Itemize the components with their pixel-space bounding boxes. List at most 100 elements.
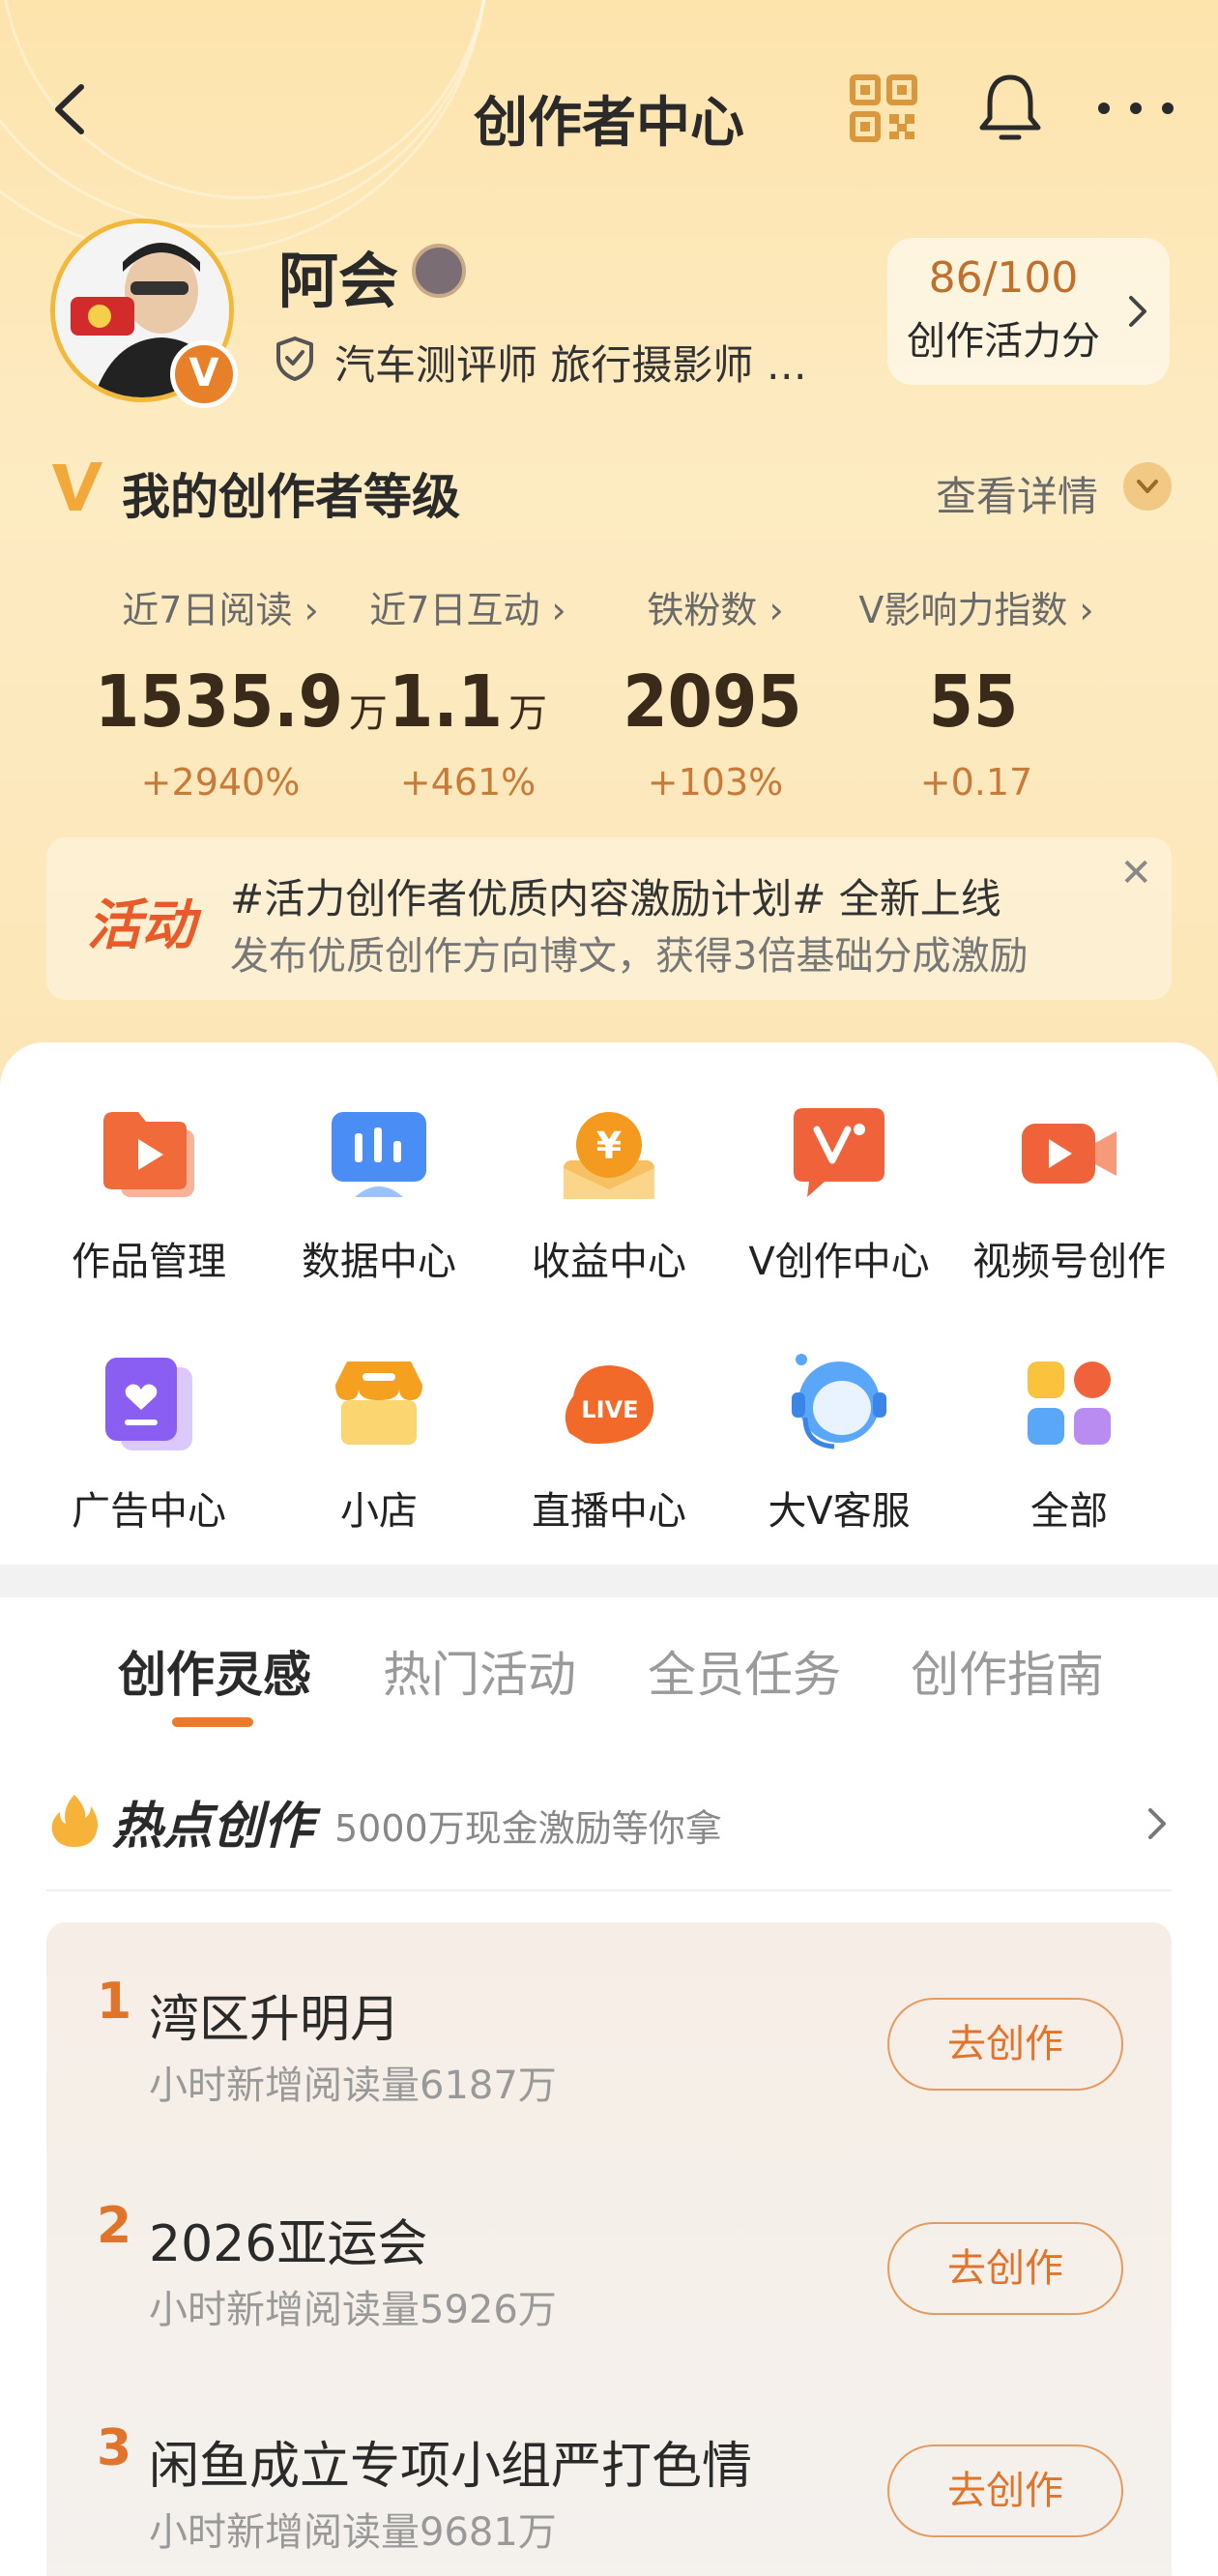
rank-number: 2 [97,2197,132,2255]
level-badge-icon[interactable] [412,244,466,298]
stat-iron-fans[interactable]: 铁粉数 › 2095 +103% [590,580,841,804]
tool-shop[interactable]: 小店 [263,1350,495,1536]
tab-hot-activities[interactable]: 热门活动 [383,1636,576,1706]
stat-number: 2095 [623,660,802,744]
stat-change: +2940% [140,761,301,804]
income-icon: ¥ [564,1112,654,1199]
more-icon[interactable] [1092,79,1179,137]
chevron-right-icon [1129,296,1146,327]
ad-icon [105,1358,192,1450]
list-item[interactable]: 3 闲鱼成立专项小组严打色情 小时新增阅读量9681万 去创作 [46,2406,1172,2576]
topic-name[interactable]: 湾区升明月 [149,1978,400,2051]
stat-change: +103% [647,761,784,804]
chevron-down-icon[interactable] [1123,462,1172,511]
hot-creation-title: 热点创作 [112,1798,314,1856]
topic-name[interactable]: 2026亚运会 [149,2203,427,2275]
topic-name[interactable]: 闲鱼成立专项小组严打色情 [149,2425,752,2498]
video-icon [1022,1124,1116,1184]
divider [46,1889,1172,1891]
tool-vip-service[interactable]: 大V客服 [723,1350,955,1536]
v-create-icon [794,1108,884,1197]
stat-label: 铁粉数 › [647,589,784,631]
stat-label: 近7日阅读 › [122,589,319,631]
go-create-button[interactable]: 去创作 [887,1998,1123,2091]
stat-label: V影响力指数 › [858,589,1094,631]
data-icon [332,1112,426,1197]
tool-all[interactable]: 全部 [953,1350,1185,1536]
inspiration-section: 创作灵感 热门活动 全员任务 创作指南 热点创作 5000万现金激励等你拿 1 … [0,1597,1218,2576]
stat-value: 1.1 万 [342,660,594,744]
tool-v-creation-center[interactable]: V创作中心 [723,1100,955,1286]
stat-change: +0.17 [919,761,1033,804]
activity-score-value: 86/100 [928,253,1079,303]
chevron-right-icon[interactable] [1145,1804,1172,1843]
tool-label: 收益中心 [532,1240,686,1284]
go-create-button[interactable]: 去创作 [887,2222,1123,2315]
tool-label: 小店 [340,1489,418,1534]
hot-creation-subtitle: 5000万现金激励等你拿 [334,1807,722,1850]
stat-reads[interactable]: 近7日阅读 › 1535.9 万 +2940% [95,580,388,804]
stat-label: 近7日互动 › [369,589,566,631]
tab-all-tasks[interactable]: 全员任务 [648,1636,841,1706]
tab-creation-guide[interactable]: 创作指南 [911,1636,1104,1706]
tool-works-management[interactable]: 作品管理 [33,1100,265,1286]
close-icon[interactable]: ✕ [1119,851,1152,895]
rank-number: 3 [97,2419,132,2477]
list-item[interactable]: 1 湾区升明月 小时新增阅读量6187万 去创作 [46,1959,1172,2152]
tool-video-account[interactable]: 视频号创作 [953,1100,1185,1286]
works-icon [103,1112,194,1197]
tool-live-center[interactable]: LIVE 直播中心 [493,1350,725,1536]
nav-bar: 创作者中心 [0,58,1218,164]
hot-topics-list: 1 湾区升明月 小时新增阅读量6187万 去创作 2 2026亚运会 小时新增阅… [46,1922,1172,2576]
bell-icon[interactable] [974,70,1046,145]
qr-code-icon[interactable] [849,73,918,143]
level-v-icon [52,462,102,511]
tools-panel: 作品管理 数据中心 ¥ 收益中心 V创作中心 视频号创作 广告中心 小店 LIV… [0,1042,1218,1565]
stat-value: 2095 [590,660,841,744]
topic-meta: 小时新增阅读量6187万 [149,2064,557,2108]
topic-meta: 小时新增阅读量5926万 [149,2288,557,2332]
stat-number: 1.1 [389,660,503,744]
stat-change: +461% [399,761,536,804]
stat-number: 1535.9 [95,660,343,744]
view-details-link[interactable]: 查看详情 [936,464,1098,523]
tool-label: 大V客服 [768,1489,911,1534]
verified-v-icon: V [170,340,238,408]
activity-tag: 活动 [87,894,195,957]
stat-number: 55 [928,660,1019,744]
stat-v-influence[interactable]: V影响力指数 › 55 +0.17 [851,580,1102,804]
flame-icon [51,1795,99,1847]
tool-data-center[interactable]: 数据中心 [263,1100,495,1286]
tool-label: V创作中心 [748,1240,930,1284]
user-name[interactable]: 阿会 [278,232,398,319]
banner-description: 发布优质创作方向博文，获得3倍基础分成激励 [230,934,1029,979]
tool-label: 作品管理 [72,1240,226,1284]
certification-text[interactable]: 汽车测评师 旅行摄影师 … [334,333,807,392]
shop-icon [335,1361,422,1445]
go-create-button[interactable]: 去创作 [887,2444,1123,2537]
activity-banner[interactable]: 活动 #活力创作者优质内容激励计划# 全新上线 发布优质创作方向博文，获得3倍基… [46,837,1172,1000]
topic-meta: 小时新增阅读量9681万 [149,2510,557,2555]
stat-value: 55 [851,660,1102,744]
stat-interactions[interactable]: 近7日互动 › 1.1 万 +461% [342,580,594,804]
live-icon: LIVE [565,1365,654,1445]
activity-score-label: 创作活力分 [907,319,1100,364]
creator-center-page: 创作者中心 V 阿会 汽车测评师 旅行摄影师 … 86/100 创作活力分 我的… [0,0,1218,2576]
shield-icon [276,337,313,381]
tool-label: 全部 [1030,1489,1108,1534]
svg-text:¥: ¥ [596,1125,622,1167]
tab-inspiration[interactable]: 创作灵感 [118,1636,311,1706]
rank-number: 1 [97,1973,132,2031]
tool-label: 数据中心 [302,1240,456,1284]
tool-label: 广告中心 [72,1489,226,1534]
svg-text:LIVE: LIVE [581,1396,638,1423]
list-item[interactable]: 2 2026亚运会 小时新增阅读量5926万 去创作 [46,2183,1172,2377]
active-tab-indicator [172,1717,253,1727]
activity-score-card[interactable]: 86/100 创作活力分 [887,238,1170,385]
stat-value: 1535.9 万 [95,660,388,744]
tool-label: 直播中心 [532,1489,686,1534]
tool-ad-center[interactable]: 广告中心 [33,1350,265,1536]
creator-level-title: 我的创作者等级 [122,469,460,525]
tool-income-center[interactable]: ¥ 收益中心 [493,1100,725,1286]
banner-headline: #活力创作者优质内容激励计划# 全新上线 [230,875,1001,922]
